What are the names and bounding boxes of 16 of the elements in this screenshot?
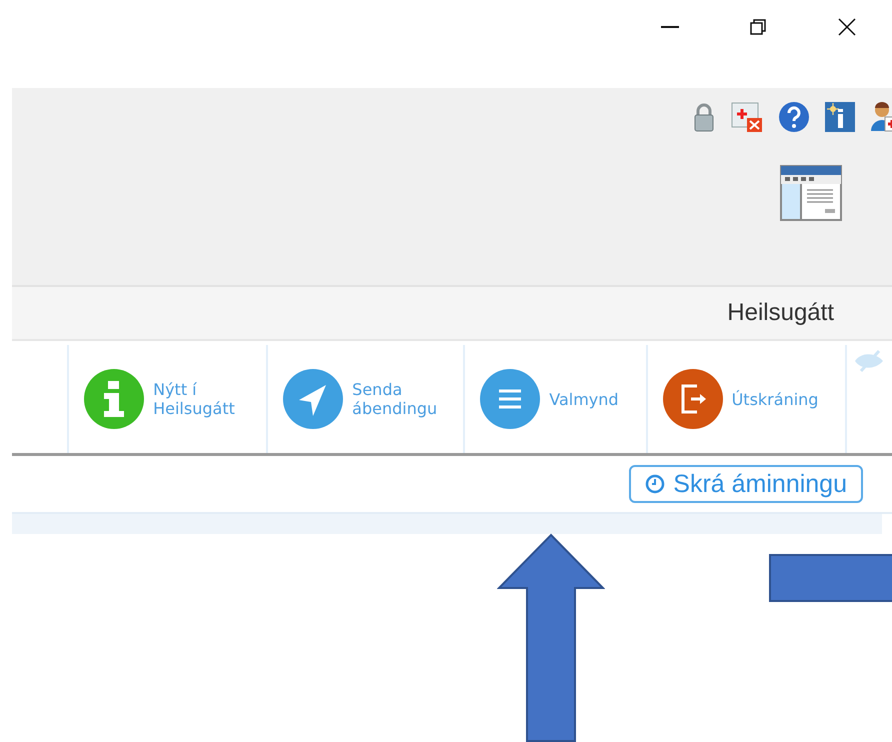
info-icon	[83, 368, 146, 430]
paper-plane-icon	[282, 368, 344, 430]
clock-icon	[645, 474, 666, 494]
close-icon	[837, 17, 857, 37]
help-icon[interactable]	[778, 101, 810, 133]
user-add-icon[interactable]	[870, 101, 892, 133]
info-icon[interactable]	[824, 101, 856, 133]
logout-icon	[662, 368, 724, 430]
restore-icon	[748, 17, 768, 37]
menu-icon	[479, 368, 542, 430]
window-remove-icon[interactable]	[730, 101, 764, 133]
reminder-button[interactable]: Skrá áminningu	[629, 465, 863, 503]
window-layout-icon[interactable]	[780, 165, 842, 221]
minimize-icon	[661, 26, 679, 28]
lock-icon[interactable]	[692, 102, 716, 132]
app-title: Heilsugátt	[727, 299, 834, 327]
